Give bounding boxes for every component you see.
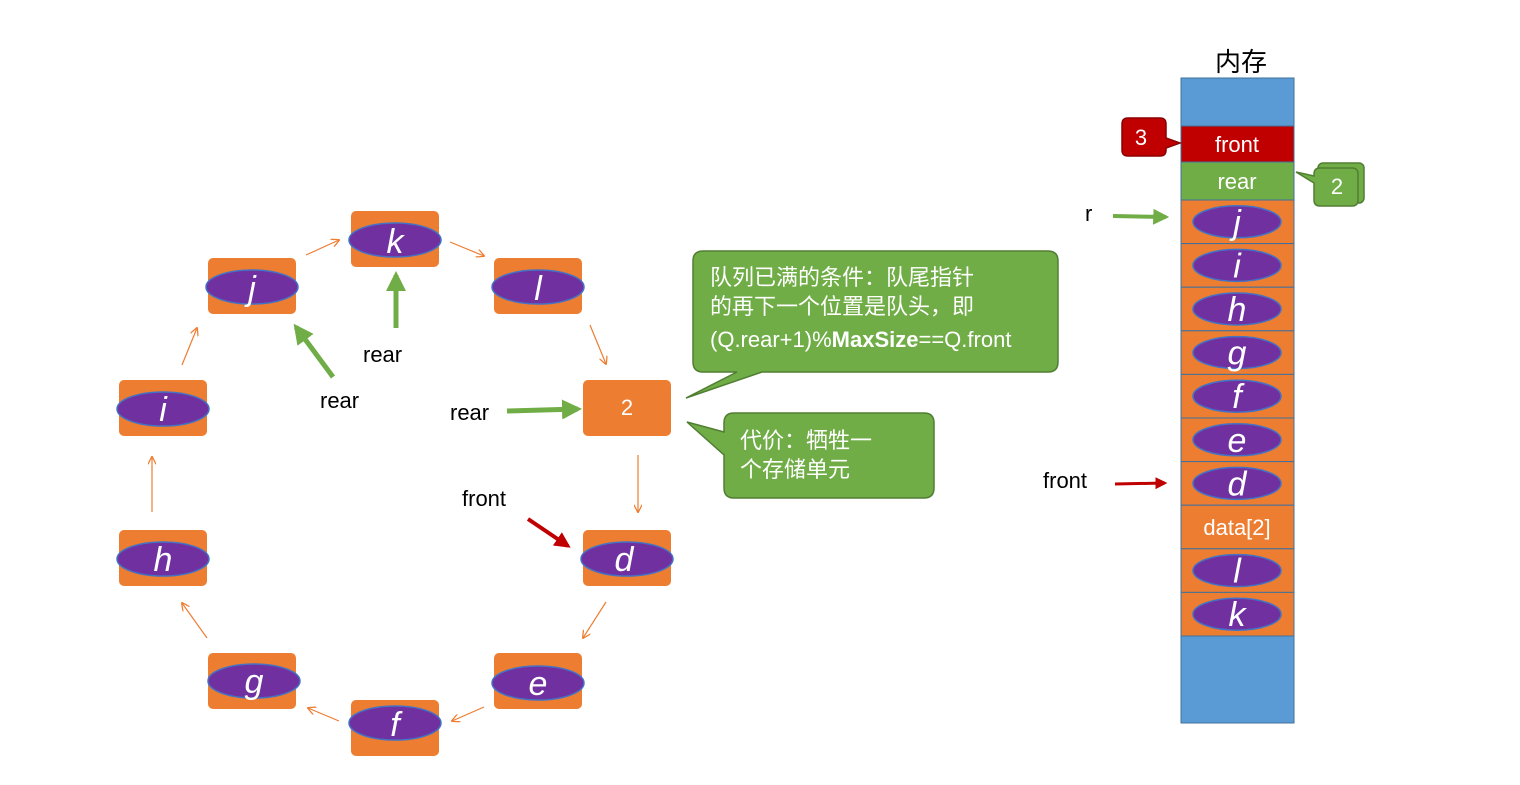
memory-pointer-r: r xyxy=(1085,201,1170,226)
memory-cell-l: l xyxy=(1180,548,1295,593)
callout-line-2: 的再下一个位置是队头，即 xyxy=(710,295,975,320)
callout-line-1: 代价：牺牲一 xyxy=(740,429,873,454)
ring-pointer-rear-j: rear xyxy=(293,323,359,413)
memory-rear-label: rear xyxy=(1217,169,1256,194)
badge-label: 3 xyxy=(1135,125,1147,150)
ring-arrow-f-g xyxy=(308,708,340,722)
ring-pointer-rear-k: rear xyxy=(363,271,406,367)
pointer-label: rear xyxy=(320,388,359,413)
ring-node-l: l xyxy=(491,258,585,314)
pointer-label: r xyxy=(1085,201,1092,226)
node-label: k xyxy=(387,223,406,261)
ring-arrow-d-e xyxy=(583,601,607,638)
memory-cell-d: d xyxy=(1180,461,1295,506)
ring-node-k: k xyxy=(348,211,442,267)
ring-node-i: i xyxy=(116,380,210,436)
callout-cost-text: 代价：牺牲一 个存储单元 xyxy=(740,427,930,485)
circular-queue-diagram: k l 2 d e f g h i j rear rear rear front… xyxy=(116,48,1365,756)
node-label: g xyxy=(245,663,264,701)
node-label: h xyxy=(154,541,173,579)
ring-arrow-k-l xyxy=(449,241,484,256)
expr-bold: MaxSize xyxy=(831,327,919,352)
callout-full-condition-text: 队列已满的条件：队尾指针 的再下一个位置是队头，即 (Q.rear+1)%Max… xyxy=(710,264,1050,354)
node-label: 2 xyxy=(621,395,633,420)
ring-pointer-front-d: front xyxy=(462,486,571,548)
ring-arrow-j-k xyxy=(305,240,339,256)
memory-cell-i: i xyxy=(1180,243,1295,288)
callout-line-2: 个存储单元 xyxy=(740,458,851,483)
ring-node-empty: 2 xyxy=(583,380,671,436)
node-label: d xyxy=(615,541,635,579)
memory-cells: jihgfed data[2] lk xyxy=(1180,199,1295,637)
expr-pre: (Q.rear+1)% xyxy=(710,327,832,352)
node-label: e xyxy=(529,665,548,703)
ring-node-j: j xyxy=(205,258,299,314)
memory-cell-label: h xyxy=(1228,291,1247,329)
memory-cell-h: h xyxy=(1180,286,1295,332)
ring-pointer-rear-empty: rear xyxy=(450,399,582,425)
memory-block: 内存 front rear jihgfed data[2] lk xyxy=(1180,48,1295,724)
callout-expression: (Q.rear+1)%MaxSize==Q.front xyxy=(710,325,1050,354)
memory-cell-label: e xyxy=(1228,422,1247,460)
pointer-label: front xyxy=(462,486,506,511)
memory-pointer-front: front xyxy=(1043,468,1168,493)
ring-arrow-g-h xyxy=(182,603,208,639)
ring-node-d: d xyxy=(580,530,674,586)
memory-cell-label: k xyxy=(1229,596,1248,634)
memory-cell-g: g xyxy=(1180,330,1295,375)
memory-cell-label: data[2] xyxy=(1203,515,1270,540)
memory-cell-j: j xyxy=(1180,199,1295,245)
memory-cell-empty: data[2] xyxy=(1180,504,1295,550)
rear-value-badge: 2 xyxy=(1295,162,1365,207)
memory-cell-f: f xyxy=(1180,373,1295,419)
pointer-label: front xyxy=(1043,468,1087,493)
memory-top-area xyxy=(1180,77,1295,127)
memory-title: 内存 xyxy=(1215,48,1267,78)
expr-post: ==Q.front xyxy=(918,327,1012,352)
ring-arrow-l-empty xyxy=(589,324,606,364)
ring-node-g: g xyxy=(207,653,301,709)
ring-node-e: e xyxy=(491,653,585,709)
memory-cell-label: g xyxy=(1228,335,1247,373)
pointer-label: rear xyxy=(450,400,489,425)
ring-node-h: h xyxy=(116,530,210,586)
callout-line-1: 队列已满的条件：队尾指针 xyxy=(710,266,975,291)
ring-node-f: f xyxy=(348,700,442,756)
pointer-label: rear xyxy=(363,342,402,367)
ring-arrow-e-f xyxy=(452,706,485,721)
badge-label: 2 xyxy=(1331,174,1343,199)
memory-cell-k: k xyxy=(1180,591,1295,637)
memory-bottom-area xyxy=(1180,635,1295,724)
ring-arrow-i-j xyxy=(181,328,197,366)
memory-cell-e: e xyxy=(1180,417,1295,463)
memory-front-label: front xyxy=(1215,132,1259,157)
front-value-badge: 3 xyxy=(1121,117,1183,157)
memory-cell-label: d xyxy=(1228,465,1248,503)
